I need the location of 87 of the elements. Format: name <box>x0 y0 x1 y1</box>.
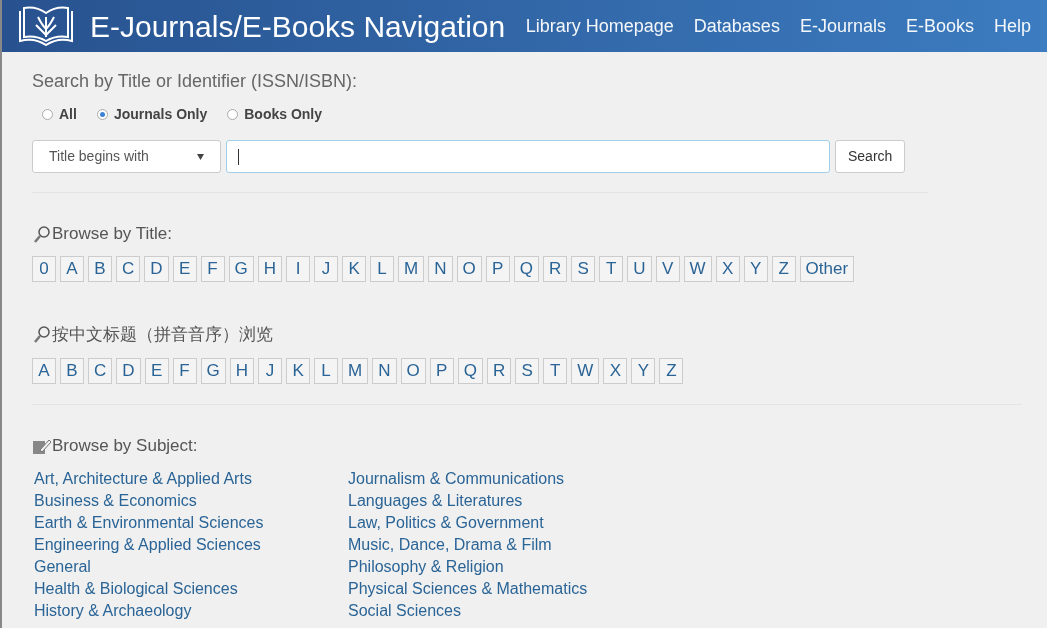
nav-link[interactable]: E-Books <box>905 12 974 40</box>
subject-link[interactable]: Social Sciences <box>348 599 461 622</box>
letter-link[interactable]: T <box>599 255 624 282</box>
letter-link[interactable]: E <box>172 255 197 282</box>
letter-link[interactable]: A <box>60 255 84 282</box>
letter-link[interactable]: K <box>342 255 367 282</box>
letter-link[interactable]: L <box>370 255 395 282</box>
search-heading: Search by Title or Identifier (ISSN/ISBN): <box>32 70 359 93</box>
letter-link[interactable]: F <box>172 358 197 384</box>
radio-button[interactable] <box>96 109 108 120</box>
letter-link[interactable]: Q <box>513 255 539 282</box>
letter-link[interactable]: O <box>456 255 482 282</box>
letter-link[interactable]: E <box>144 358 169 384</box>
subject-link[interactable]: Physical Sciences & Mathematics <box>348 577 588 600</box>
letter-link[interactable]: C <box>116 255 141 282</box>
magnifier-icon <box>32 324 52 345</box>
subject-link[interactable]: Law, Politics & Government <box>348 511 544 534</box>
subject-link[interactable]: Health & Biological Sciences <box>34 577 238 600</box>
letter-link[interactable]: X <box>715 255 740 282</box>
letter-link[interactable]: A <box>32 358 56 384</box>
book-logo-icon <box>16 5 76 47</box>
letter-link[interactable]: P <box>429 358 454 384</box>
subject-link[interactable]: Engineering & Applied Sciences <box>34 533 261 556</box>
nav-link[interactable]: E-Journals <box>799 12 886 40</box>
radio-label[interactable]: Journals Only <box>113 104 208 125</box>
letter-link[interactable]: 0 <box>32 255 56 282</box>
letter-link[interactable]: G <box>228 255 254 282</box>
section-heading: Browse by Title: <box>52 223 172 245</box>
letter-link[interactable]: R <box>487 358 512 384</box>
letter-link[interactable]: H <box>229 358 255 384</box>
letter-link[interactable]: V <box>655 255 680 282</box>
search-button[interactable]: Search <box>835 140 906 173</box>
radio-label[interactable]: Books Only <box>244 104 323 125</box>
radio-button[interactable] <box>42 109 53 120</box>
nav-link[interactable]: Help <box>993 12 1031 40</box>
section-heading: 按中文标题（拼音音序）浏览 <box>52 323 273 346</box>
letter-link[interactable]: Y <box>743 255 768 282</box>
letter-link[interactable]: P <box>485 255 510 282</box>
letter-link[interactable]: D <box>116 358 141 384</box>
subject-link[interactable]: Business & Economics <box>34 489 197 512</box>
letter-link[interactable]: O <box>400 358 426 384</box>
caret-icon <box>197 153 204 160</box>
magnifier-icon <box>32 223 52 244</box>
letter-link[interactable]: T <box>543 358 568 384</box>
radio-button[interactable] <box>227 109 239 120</box>
letter-link[interactable]: Q <box>457 358 483 384</box>
subject-link[interactable]: Philosophy & Religion <box>348 555 504 578</box>
letter-link[interactable]: M <box>342 358 369 384</box>
letter-link[interactable]: F <box>200 255 225 282</box>
letter-link[interactable]: B <box>88 255 112 282</box>
letter-link[interactable]: N <box>372 358 397 384</box>
letter-link[interactable]: U <box>627 255 652 282</box>
letter-link[interactable]: M <box>398 255 425 282</box>
letter-link[interactable]: S <box>515 358 540 384</box>
letter-link[interactable]: J <box>258 358 283 384</box>
letter-link[interactable]: C <box>88 358 113 384</box>
letter-link[interactable]: Z <box>659 358 684 384</box>
letter-link[interactable]: S <box>571 255 596 282</box>
letter-link[interactable]: G <box>200 358 226 384</box>
subject-link[interactable]: Journalism & Communications <box>348 467 565 490</box>
letter-link[interactable]: L <box>314 358 339 384</box>
letter-link[interactable]: R <box>543 255 568 282</box>
subject-link[interactable]: Music, Dance, Drama & Film <box>348 533 552 556</box>
site-title: E-Journals/E-Books Navigation <box>90 8 506 45</box>
letter-link[interactable]: W <box>683 255 712 282</box>
letter-link[interactable]: W <box>571 358 600 384</box>
search-mode-select[interactable]: Title begins with <box>32 140 221 173</box>
letter-link[interactable]: H <box>257 255 283 282</box>
subject-link[interactable]: History & Archaeology <box>34 599 192 622</box>
nav-link[interactable]: Library Homepage <box>525 12 674 40</box>
letter-link[interactable]: K <box>286 358 311 384</box>
radio-label[interactable]: All <box>59 104 77 125</box>
subject-link[interactable]: Art, Architecture & Applied Arts <box>34 467 252 490</box>
letter-link[interactable]: I <box>286 255 311 282</box>
subject-link[interactable]: Languages & Literatures <box>348 489 523 512</box>
letter-link[interactable]: J <box>314 255 339 282</box>
letter-link[interactable]: B <box>60 358 84 384</box>
letter-link[interactable]: Other <box>799 255 855 282</box>
letter-link[interactable]: D <box>144 255 169 282</box>
letter-link[interactable]: N <box>428 255 453 282</box>
letter-link[interactable]: Z <box>771 255 796 282</box>
subject-link[interactable]: General <box>34 555 91 578</box>
subject-link[interactable]: Earth & Environmental Sciences <box>34 511 264 534</box>
letter-link[interactable]: X <box>603 358 628 384</box>
letter-link[interactable]: Y <box>631 358 656 384</box>
nav-link[interactable]: Databases <box>693 12 780 40</box>
section-heading: Browse by Subject: <box>52 435 198 457</box>
